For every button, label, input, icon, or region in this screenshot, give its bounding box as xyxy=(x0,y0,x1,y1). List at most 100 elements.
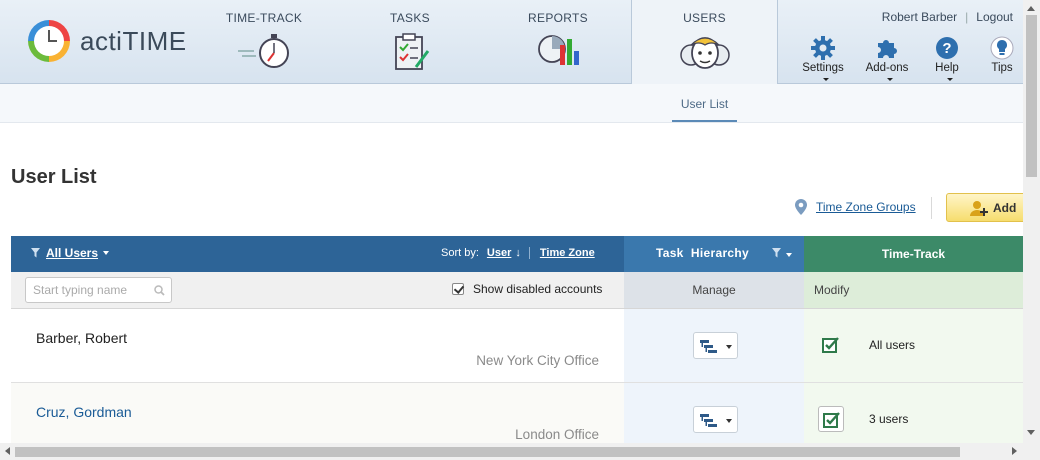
user-name[interactable]: Barber, Robert xyxy=(36,330,127,346)
top-header: actiTIME TIME-TRACK TASKS REPORTS USERS … xyxy=(0,0,1023,86)
filter-icon xyxy=(772,248,781,258)
vertical-scroll-thumb[interactable] xyxy=(1026,15,1037,177)
hierarchy-icon xyxy=(700,340,717,353)
timetrack-scope: 3 users xyxy=(869,412,909,426)
timetrack-scope: All users xyxy=(869,338,916,352)
approve-checkbox-icon xyxy=(822,337,839,353)
nav-timetrack-label: TIME-TRACK xyxy=(225,11,303,25)
divider xyxy=(931,197,932,219)
name-search-input[interactable] xyxy=(26,278,146,302)
addons-menu[interactable]: Add-ons xyxy=(862,36,912,86)
task-hierarchy-cell xyxy=(624,309,804,382)
chevron-down-icon xyxy=(726,345,732,349)
time-track-column-header: Time-Track xyxy=(804,236,1023,272)
time-zone-groups-label: Time Zone Groups xyxy=(816,200,916,214)
nav-users[interactable]: USERS xyxy=(631,0,778,85)
user-bar: Robert Barber | Logout xyxy=(882,10,1013,24)
addons-label: Add-ons xyxy=(865,62,909,74)
chevron-down-icon xyxy=(726,419,732,423)
vertical-scrollbar[interactable] xyxy=(1023,0,1040,443)
add-user-icon xyxy=(970,201,988,216)
user-office: London Office xyxy=(515,427,599,442)
map-pin-icon xyxy=(795,199,807,215)
stopwatch-icon xyxy=(238,34,289,68)
users-filter-dropdown[interactable]: All Users xyxy=(31,246,110,260)
task-hierarchy-dropdown[interactable] xyxy=(693,332,738,359)
tips-button[interactable]: Tips xyxy=(986,36,1018,74)
search-icon xyxy=(154,285,165,296)
sort-by-label: Sort by: xyxy=(441,247,479,259)
tips-label: Tips xyxy=(991,62,1013,74)
time-zone-groups-link[interactable]: Time Zone Groups xyxy=(795,199,916,215)
horizontal-scroll-thumb[interactable] xyxy=(15,447,960,457)
horizontal-scrollbar[interactable] xyxy=(0,443,1040,460)
chevron-down-icon xyxy=(786,252,792,257)
show-disabled-label: Show disabled accounts xyxy=(473,282,603,296)
task-clipboard-icon xyxy=(395,33,430,70)
task-hierarchy-dropdown[interactable] xyxy=(693,406,738,433)
help-icon: ? xyxy=(936,37,958,59)
chevron-down-icon xyxy=(946,78,953,82)
add-button-label: Add xyxy=(993,201,1017,215)
userbar-separator: | xyxy=(965,10,969,24)
logo-text: actiTIME xyxy=(80,25,187,56)
sub-navigation: User List xyxy=(0,84,1023,123)
modify-timetrack-button[interactable] xyxy=(818,332,844,358)
settings-label: Settings xyxy=(802,62,844,74)
manage-subheader: Manage xyxy=(624,272,804,309)
user-office: New York City Office xyxy=(476,353,599,368)
add-user-button[interactable]: Add xyxy=(946,193,1026,222)
lightbulb-icon xyxy=(990,36,1014,60)
users-filter-label: All Users xyxy=(46,246,99,260)
users-subheader: Show disabled accounts xyxy=(11,272,624,309)
scroll-right-icon[interactable] xyxy=(1012,447,1017,455)
modify-subheader: Modify xyxy=(804,272,1023,309)
users-column-header: All Users Sort by: User ↓ Time Zone xyxy=(11,236,624,272)
app-root: actiTIME TIME-TRACK TASKS REPORTS USERS … xyxy=(0,0,1040,460)
modify-timetrack-button[interactable] xyxy=(818,406,844,432)
chevron-down-icon xyxy=(886,78,893,82)
scroll-down-icon[interactable] xyxy=(1027,430,1035,435)
scroll-up-icon[interactable] xyxy=(1027,6,1035,11)
nav-tasks[interactable]: TASKS xyxy=(372,0,448,84)
divider xyxy=(528,247,530,259)
chevron-down-icon xyxy=(822,78,829,82)
nav-timetrack[interactable]: TIME-TRACK xyxy=(222,0,306,84)
nav-reports[interactable]: REPORTS xyxy=(518,0,598,84)
user-name[interactable]: Cruz, Gordman xyxy=(36,404,132,420)
scroll-left-icon[interactable] xyxy=(5,447,10,455)
page-title: User List xyxy=(11,166,97,188)
show-disabled-checkbox[interactable] xyxy=(452,283,464,295)
chevron-down-icon xyxy=(103,251,110,255)
search-field[interactable] xyxy=(25,277,172,303)
time-track-cell: All users xyxy=(804,309,1023,382)
task-hierarchy-filter[interactable] xyxy=(772,247,792,261)
nav-tasks-label: TASKS xyxy=(390,11,430,25)
sort-controls: Sort by: User ↓ Time Zone xyxy=(441,247,595,259)
user-name-cell: Barber, Robert New York City Office xyxy=(11,309,624,382)
show-disabled-toggle[interactable]: Show disabled accounts xyxy=(452,282,602,296)
current-user-link[interactable]: Robert Barber xyxy=(882,10,957,24)
nav-users-label: USERS xyxy=(683,11,726,25)
gear-icon xyxy=(811,36,835,60)
help-label: Help xyxy=(935,62,959,74)
approve-checkbox-icon xyxy=(823,412,840,428)
nav-reports-label: REPORTS xyxy=(528,11,588,25)
time-track-label: Time-Track xyxy=(881,247,946,261)
svg-text:?: ? xyxy=(942,40,951,57)
users-group-icon xyxy=(679,37,730,69)
help-menu[interactable]: ? Help xyxy=(930,36,964,86)
puzzle-icon xyxy=(878,40,897,58)
table-row[interactable]: Barber, Robert New York City Office All … xyxy=(11,309,1023,383)
logout-link[interactable]: Logout xyxy=(976,10,1013,24)
tab-user-list[interactable]: User List xyxy=(672,84,737,122)
hierarchy-icon xyxy=(700,414,717,427)
sort-by-time-zone[interactable]: Time Zone xyxy=(540,247,595,259)
filter-icon xyxy=(31,248,40,258)
sort-by-user[interactable]: User xyxy=(487,247,511,259)
clock-logo-icon xyxy=(28,20,70,62)
logo[interactable]: actiTIME xyxy=(28,20,187,62)
settings-menu[interactable]: Settings xyxy=(797,36,849,86)
task-hierarchy-label: Task Hierarchy xyxy=(656,246,749,260)
reports-chart-icon xyxy=(538,35,579,65)
